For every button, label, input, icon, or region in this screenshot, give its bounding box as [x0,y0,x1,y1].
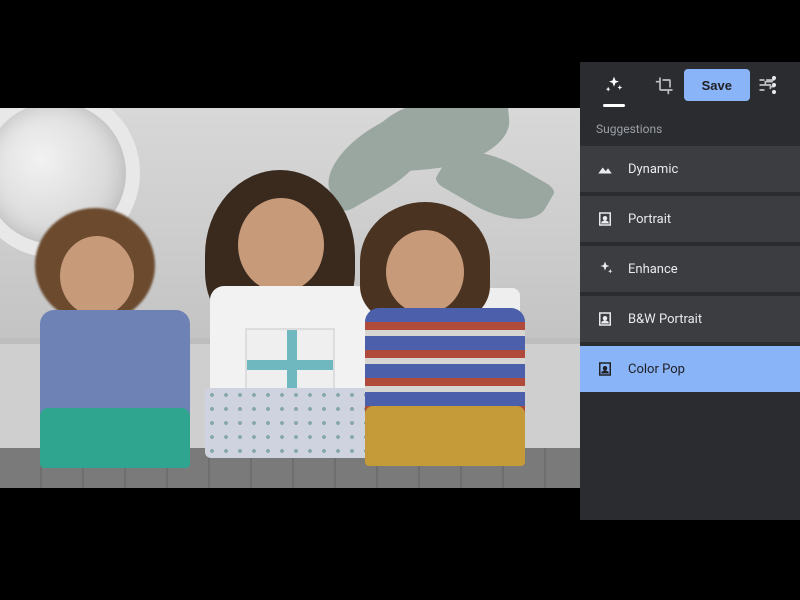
photo-canvas[interactable] [0,108,580,488]
editor-top-bar: Save [0,62,800,108]
portrait-icon [596,360,614,378]
letterbox-top [0,0,800,62]
suggestion-label: Enhance [628,262,678,277]
portrait-icon [596,210,614,228]
overflow-menu-button[interactable] [760,69,788,101]
suggestion-color-pop[interactable]: Color Pop [580,346,800,392]
save-button[interactable]: Save [684,69,750,101]
suggestion-enhance[interactable]: Enhance [580,246,800,292]
photo-content [0,108,580,488]
suggestion-label: Portrait [628,212,671,227]
suggestion-portrait[interactable]: Portrait [580,196,800,242]
landscape-icon [596,160,614,178]
suggestion-label: Color Pop [628,362,685,377]
suggestion-label: B&W Portrait [628,312,702,327]
portrait-icon [596,310,614,328]
suggestion-label: Dynamic [628,162,678,177]
suggestion-bw-portrait[interactable]: B&W Portrait [580,296,800,342]
suggestion-dynamic[interactable]: Dynamic [580,146,800,192]
suggestions-section-label: Suggestions [580,108,800,146]
sparkle-icon [596,260,614,278]
edit-side-panel: Suggestions Dynamic Portrait Enhance B&W… [580,62,800,520]
more-vert-icon [772,76,776,94]
